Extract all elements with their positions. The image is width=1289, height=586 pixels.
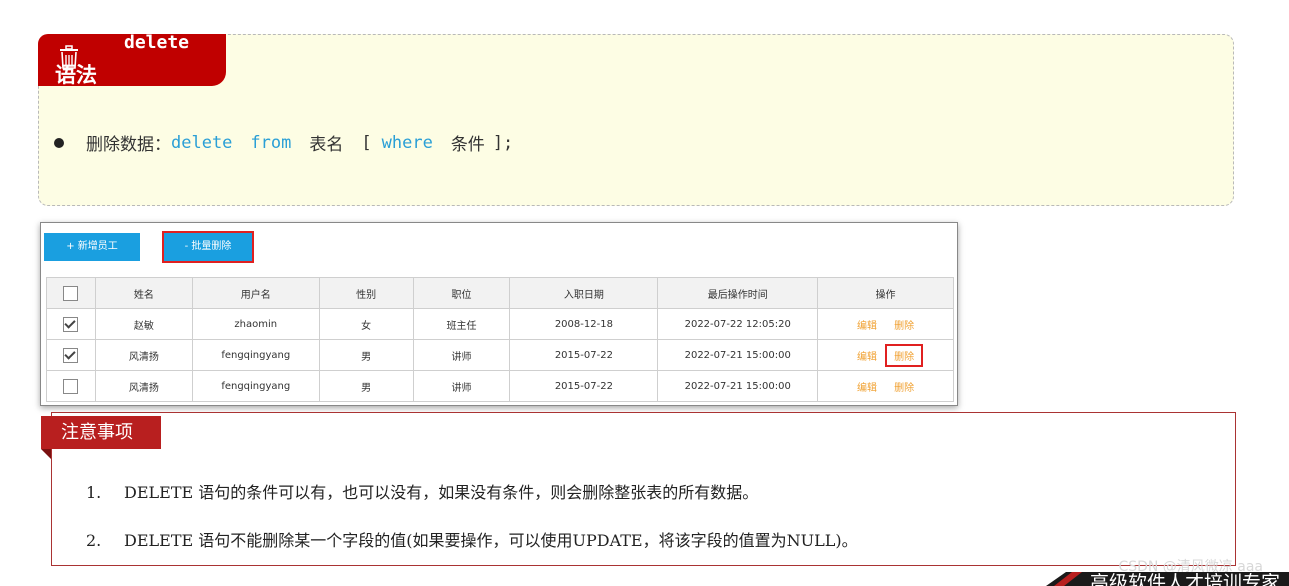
cell-entry-date: 2015-07-22 <box>509 370 659 402</box>
header-username: 用户名 <box>191 277 320 309</box>
syntax-table-name: 表名 <box>309 135 344 155</box>
cell-entry-date: 2015-07-22 <box>509 339 659 371</box>
note-text: DELETE 语句不能删除某一个字段的值(如果要操作，可以使用UPDATE，将该… <box>124 531 858 550</box>
row-checkbox[interactable] <box>63 316 79 332</box>
header-name: 姓名 <box>94 277 193 309</box>
cell-gender: 女 <box>318 308 414 340</box>
cell-gender: 男 <box>318 370 414 402</box>
bracket-open: [ <box>361 132 372 153</box>
edit-link[interactable]: 编辑 <box>850 377 884 396</box>
notes-title: 注意事项 <box>41 416 161 449</box>
delete-link[interactable]: 删除 <box>887 377 921 396</box>
note-item: 2. DELETE 语句不能删除某一个字段的值(如果要操作，可以使用UPDATE，… <box>86 527 858 551</box>
cell-position: 班主任 <box>412 308 511 340</box>
keyword-where: where <box>381 132 433 153</box>
employee-panel: + 新增员工 - 批量删除 姓名 用户名 性别 职位 入职日期 最后操作时间 操… <box>40 222 958 406</box>
edit-link[interactable]: 编辑 <box>850 346 884 365</box>
note-text: DELETE 语句的条件可以有，也可以没有，如果没有条件，则会删除整张表的所有数… <box>124 483 759 502</box>
cell-last-operation: 2022-07-21 15:00:00 <box>657 370 819 402</box>
employee-table: 姓名 用户名 性别 职位 入职日期 最后操作时间 操作 赵敏 zhaomin 女… <box>46 277 954 402</box>
delete-link[interactable]: 删除 <box>885 343 924 367</box>
footer-banner: 高级软件人才培训专家 <box>1046 572 1289 586</box>
row-checkbox[interactable] <box>63 347 79 363</box>
bullet-icon <box>54 137 64 148</box>
batch-delete-button[interactable]: - 批量删除 <box>162 231 254 263</box>
add-employee-button[interactable]: + 新增员工 <box>44 233 140 261</box>
header-actions: 操作 <box>817 277 954 309</box>
cell-name: 赵敏 <box>94 308 193 340</box>
note-number: 1. <box>86 483 102 502</box>
cell-name: 风清扬 <box>94 370 193 402</box>
cell-last-operation: 2022-07-21 15:00:00 <box>657 339 819 371</box>
syntax-condition: 条件 <box>450 135 485 155</box>
table-row: 风清扬 fengqingyang 男 讲师 2015-07-22 2022-07… <box>46 339 954 371</box>
syntax-tab: delete 语法 <box>38 32 226 86</box>
table-row: 风清扬 fengqingyang 男 讲师 2015-07-22 2022-07… <box>46 370 954 402</box>
header-last-operation: 最后操作时间 <box>657 277 819 309</box>
syntax-line: 删除数据： delete from 表名 [ where 条件 ]; <box>54 130 513 155</box>
table-row: 赵敏 zhaomin 女 班主任 2008-12-18 2022-07-22 1… <box>46 308 954 340</box>
note-item: 1. DELETE 语句的条件可以有，也可以没有，如果没有条件，则会删除整张表的所… <box>86 479 758 503</box>
header-gender: 性别 <box>318 277 414 309</box>
header-position: 职位 <box>412 277 511 309</box>
cell-last-operation: 2022-07-22 12:05:20 <box>657 308 819 340</box>
table-header-row: 姓名 用户名 性别 职位 入职日期 最后操作时间 操作 <box>46 277 954 309</box>
delete-link[interactable]: 删除 <box>887 315 921 334</box>
note-number: 2. <box>86 531 102 550</box>
row-checkbox[interactable] <box>63 378 79 394</box>
cell-gender: 男 <box>318 339 414 371</box>
edit-link[interactable]: 编辑 <box>850 315 884 334</box>
notes-tab-fold <box>41 449 51 459</box>
cell-username: zhaomin <box>191 308 320 340</box>
cell-entry-date: 2008-12-18 <box>509 308 659 340</box>
cell-position: 讲师 <box>412 370 511 402</box>
cell-username: fengqingyang <box>191 370 320 402</box>
keyword-from: from <box>250 132 292 153</box>
header-entry-date: 入职日期 <box>509 277 659 309</box>
footer-banner-text: 高级软件人才培训专家 <box>1090 572 1281 586</box>
keyword-delete: delete <box>171 132 233 153</box>
syntax-tab-title: delete <box>124 32 190 53</box>
bracket-close: ]; <box>492 132 514 153</box>
select-all-checkbox[interactable] <box>63 285 79 301</box>
cell-name: 风清扬 <box>94 339 193 371</box>
syntax-label: 删除数据： <box>86 135 171 155</box>
syntax-tab-subtitle: 语法 <box>55 64 97 86</box>
cell-username: fengqingyang <box>191 339 320 371</box>
cell-position: 讲师 <box>412 339 511 371</box>
select-all-cell <box>46 277 96 309</box>
